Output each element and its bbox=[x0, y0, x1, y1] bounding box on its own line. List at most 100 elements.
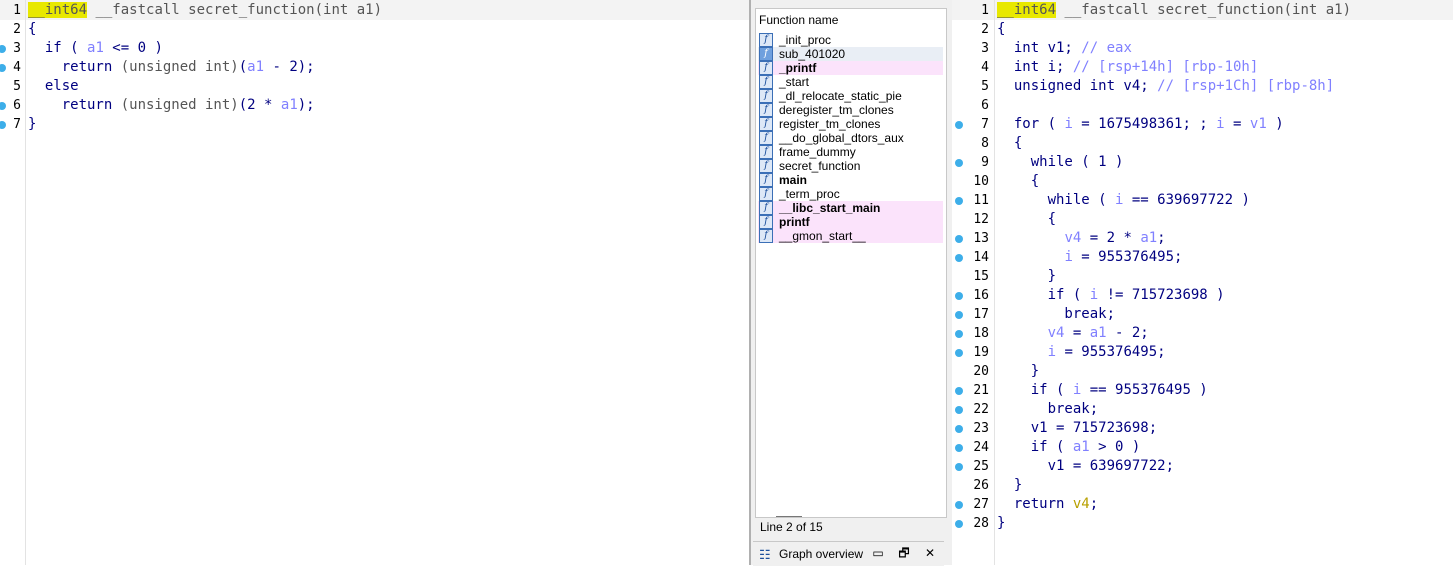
breakpoint-dot-icon[interactable] bbox=[955, 444, 963, 452]
code-token: int i; bbox=[997, 59, 1073, 75]
code-line[interactable]: 10 { bbox=[952, 172, 1453, 191]
function-row[interactable]: f _start bbox=[758, 75, 943, 89]
code-line[interactable]: 2{ bbox=[952, 20, 1453, 39]
function-icon: f bbox=[759, 173, 773, 187]
code-token: } bbox=[997, 477, 1023, 493]
code-line[interactable]: 22 break; bbox=[952, 400, 1453, 419]
line-number: 2 bbox=[13, 22, 21, 37]
pseudocode-right-pane[interactable]: 1 __int64 __fastcall secret_function(int … bbox=[952, 0, 1453, 565]
function-row[interactable]: f __gmon_start__ bbox=[758, 229, 943, 243]
code-line[interactable]: 18 v4 = a1 - 2; bbox=[952, 324, 1453, 343]
breakpoint-dot-icon[interactable] bbox=[955, 311, 963, 319]
functions-list[interactable]: Function name f _init_proc f sub_401020 f _pr… bbox=[755, 8, 947, 518]
code-line[interactable]: 14 i = 955376495; bbox=[952, 248, 1453, 267]
code-line[interactable]: 7} bbox=[0, 115, 749, 134]
code-token: if ( bbox=[997, 287, 1090, 303]
code-line[interactable]: 21 if ( i == 955376495 ) bbox=[952, 381, 1453, 400]
code-line[interactable]: 27 return v4; bbox=[952, 495, 1453, 514]
code-token: ( bbox=[238, 59, 248, 75]
code-text: else bbox=[28, 77, 79, 96]
function-icon: f bbox=[759, 33, 773, 47]
code-line[interactable]: 5 unsigned int v4; // [rsp+1Ch] [rbp-8h] bbox=[952, 77, 1453, 96]
breakpoint-dot-icon[interactable] bbox=[955, 330, 963, 338]
code-token: ) bbox=[1266, 116, 1284, 132]
breakpoint-dot-icon[interactable] bbox=[955, 501, 963, 509]
code-line[interactable]: 17 break; bbox=[952, 305, 1453, 324]
breakpoint-dot-icon[interactable] bbox=[955, 387, 963, 395]
function-name: printf bbox=[779, 215, 810, 229]
breakpoint-dot-icon[interactable] bbox=[955, 349, 963, 357]
breakpoint-dot-icon[interactable] bbox=[955, 121, 963, 129]
code-line[interactable]: 2{ bbox=[0, 20, 749, 39]
close-icon[interactable]: ✕ bbox=[923, 546, 937, 560]
function-row[interactable]: f __do_global_dtors_aux bbox=[758, 131, 943, 145]
code-line[interactable]: 15 } bbox=[952, 267, 1453, 286]
code-text: __int64 __fastcall secret_function(int a… bbox=[28, 1, 382, 20]
code-line[interactable]: 24 if ( a1 > 0 ) bbox=[952, 438, 1453, 457]
function-row[interactable]: f _term_proc bbox=[758, 187, 943, 201]
breakpoint-dot-icon[interactable] bbox=[955, 463, 963, 471]
breakpoint-dot-icon[interactable] bbox=[955, 197, 963, 205]
function-row[interactable]: f _dl_relocate_static_pie bbox=[758, 89, 943, 103]
horizontal-scrollbar-handle[interactable] bbox=[776, 516, 802, 517]
function-row[interactable]: f register_tm_clones bbox=[758, 117, 943, 131]
code-line[interactable]: 25 v1 = 639697722; bbox=[952, 457, 1453, 476]
minimize-icon[interactable]: ▭ bbox=[871, 546, 885, 560]
breakpoint-dot-icon[interactable] bbox=[955, 159, 963, 167]
code-line[interactable]: 6 return (unsigned int)(2 * a1); bbox=[0, 96, 749, 115]
code-line[interactable]: 5 else bbox=[0, 77, 749, 96]
code-text: int i; // [rsp+14h] [rbp-10h] bbox=[997, 58, 1258, 77]
function-row[interactable]: f deregister_tm_clones bbox=[758, 103, 943, 117]
line-number: 3 bbox=[981, 41, 989, 56]
code-line[interactable]: 16 if ( i != 715723698 ) bbox=[952, 286, 1453, 305]
code-line[interactable]: 3 if ( a1 <= 0 ) bbox=[0, 39, 749, 58]
code-line[interactable]: 26 } bbox=[952, 476, 1453, 495]
code-text: break; bbox=[997, 305, 1115, 324]
code-line[interactable]: 23 v1 = 715723698; bbox=[952, 419, 1453, 438]
line-number: 5 bbox=[981, 79, 989, 94]
code-token: (unsigned int) bbox=[120, 59, 239, 75]
function-row[interactable]: f printf bbox=[758, 215, 943, 229]
breakpoint-dot-icon[interactable] bbox=[955, 292, 963, 300]
function-row[interactable]: f __libc_start_main bbox=[758, 201, 943, 215]
code-line[interactable]: 9 while ( 1 ) bbox=[952, 153, 1453, 172]
function-row[interactable]: f frame_dummy bbox=[758, 145, 943, 159]
code-line[interactable]: 11 while ( i == 639697722 ) bbox=[952, 191, 1453, 210]
code-line[interactable]: 20 } bbox=[952, 362, 1453, 381]
code-token: return bbox=[997, 496, 1073, 512]
function-icon: f bbox=[759, 145, 773, 159]
code-line[interactable]: 6 bbox=[952, 96, 1453, 115]
code-line[interactable]: 28} bbox=[952, 514, 1453, 533]
breakpoint-dot-icon[interactable] bbox=[955, 406, 963, 414]
function-row[interactable]: f _printf bbox=[758, 61, 943, 75]
code-line[interactable]: 3 int v1; // eax bbox=[952, 39, 1453, 58]
code-text: while ( i == 639697722 ) bbox=[997, 191, 1250, 210]
line-number: 21 bbox=[973, 383, 989, 398]
code-line[interactable]: 7 for ( i = 1675498361; ; i = v1 ) bbox=[952, 115, 1453, 134]
function-name-column-header[interactable]: Function name bbox=[759, 13, 838, 27]
code-text: } bbox=[997, 267, 1056, 286]
breakpoint-dot-icon[interactable] bbox=[955, 425, 963, 433]
line-number: 9 bbox=[981, 155, 989, 170]
code-line[interactable]: 1 __int64 __fastcall secret_function(int … bbox=[952, 1, 1453, 20]
graph-overview-tab[interactable]: ☷ Graph overview ▭ 🗗 ✕ bbox=[753, 541, 944, 566]
code-token: == 639697722 ) bbox=[1123, 192, 1250, 208]
code-line[interactable]: 4 return (unsigned int)(a1 - 2); bbox=[0, 58, 749, 77]
code-token: = 1675498361; ; bbox=[1072, 116, 1217, 132]
code-line[interactable]: 12 { bbox=[952, 210, 1453, 229]
function-row[interactable]: f secret_function bbox=[758, 159, 943, 173]
breakpoint-dot-icon[interactable] bbox=[955, 520, 963, 528]
code-token: v4 bbox=[1072, 496, 1090, 512]
code-line[interactable]: 1 __int64 __fastcall secret_function(int … bbox=[0, 1, 749, 20]
pseudocode-left-pane[interactable]: 1 __int64 __fastcall secret_function(int … bbox=[0, 0, 749, 565]
breakpoint-dot-icon[interactable] bbox=[955, 235, 963, 243]
function-row[interactable]: f sub_401020 bbox=[758, 47, 943, 61]
code-line[interactable]: 4 int i; // [rsp+14h] [rbp-10h] bbox=[952, 58, 1453, 77]
restore-icon[interactable]: 🗗 bbox=[897, 546, 911, 560]
code-line[interactable]: 13 v4 = 2 * a1; bbox=[952, 229, 1453, 248]
function-row[interactable]: f main bbox=[758, 173, 943, 187]
code-line[interactable]: 8 { bbox=[952, 134, 1453, 153]
code-line[interactable]: 19 i = 955376495; bbox=[952, 343, 1453, 362]
function-row[interactable]: f _init_proc bbox=[758, 33, 943, 47]
breakpoint-dot-icon[interactable] bbox=[955, 254, 963, 262]
